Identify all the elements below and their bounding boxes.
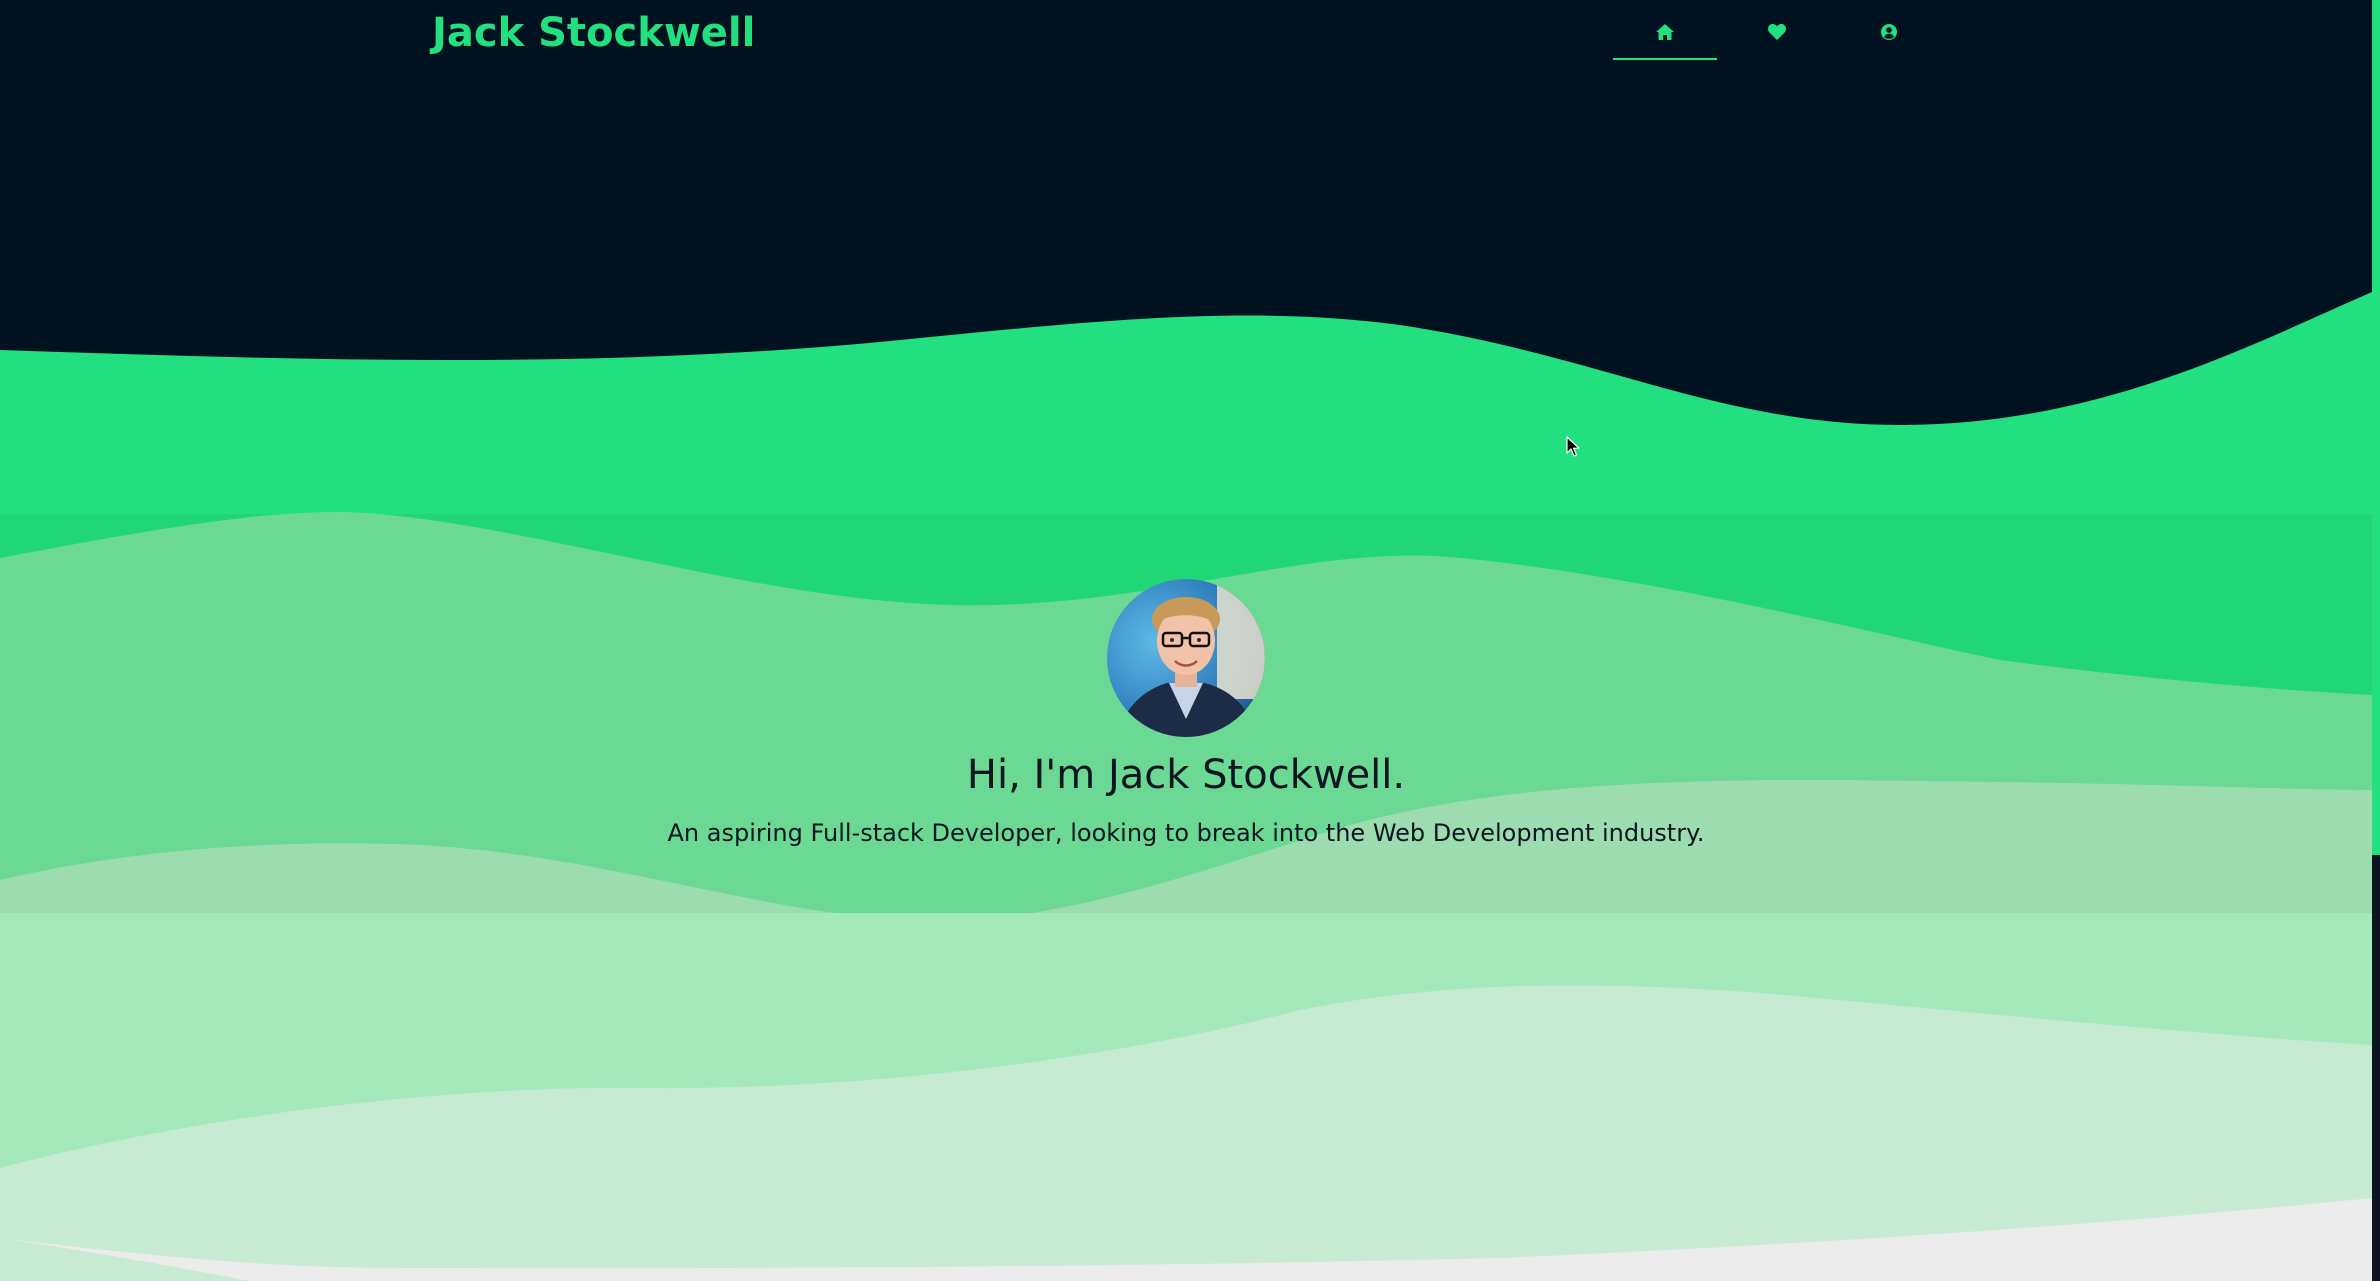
hero-title: Hi, I'm Jack Stockwell.	[966, 752, 1406, 798]
mouse-cursor-icon	[1566, 436, 1580, 457]
brand-logo[interactable]: Jack Stockwell	[432, 10, 755, 56]
nav-home[interactable]	[1613, 14, 1717, 60]
scrollbar[interactable]	[2372, 0, 2380, 1281]
nav-profile[interactable]	[1837, 14, 1941, 60]
user-circle-icon	[1881, 24, 1897, 40]
avatar	[1107, 579, 1265, 737]
navbar: Jack Stockwell	[0, 0, 2372, 76]
scrollbar-thumb[interactable]	[2372, 0, 2380, 855]
heart-icon	[1768, 24, 1786, 40]
page: Jack Stockwell Hi, I'm Jack Stockwell. A…	[0, 0, 2380, 1281]
hero-subtitle: An aspiring Full-stack Developer, lookin…	[667, 819, 1705, 847]
avatar-photo	[1107, 579, 1265, 737]
nav-favorites[interactable]	[1725, 14, 1829, 60]
home-icon	[1656, 24, 1674, 40]
